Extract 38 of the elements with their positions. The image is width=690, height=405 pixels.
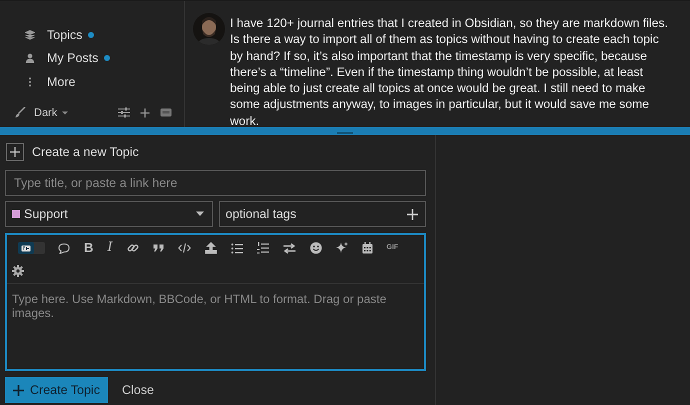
quote-icon[interactable] bbox=[152, 244, 164, 252]
brush-icon bbox=[15, 107, 26, 118]
close-button[interactable]: Close bbox=[118, 383, 158, 397]
title-field[interactable]: Type title, or paste a link here bbox=[5, 170, 426, 196]
link-icon[interactable] bbox=[126, 242, 139, 254]
swap-arrows-icon[interactable] bbox=[282, 242, 296, 254]
plus-icon[interactable] bbox=[140, 108, 150, 118]
resize-handle[interactable] bbox=[337, 132, 353, 134]
sliders-icon[interactable] bbox=[118, 107, 130, 118]
code-icon[interactable] bbox=[178, 243, 191, 253]
speech-bubble-icon[interactable] bbox=[58, 242, 70, 254]
category-dropdown[interactable]: Support bbox=[5, 201, 212, 227]
sparkle-icon[interactable] bbox=[336, 242, 348, 254]
editor-mode-icon bbox=[21, 244, 31, 252]
editor-mode-toggle[interactable] bbox=[18, 242, 45, 254]
create-topic-button[interactable]: Create Topic bbox=[5, 377, 108, 403]
settings-icon[interactable] bbox=[12, 265, 24, 277]
layers-icon bbox=[25, 30, 35, 40]
bold-button[interactable]: B bbox=[84, 242, 94, 254]
composer-title: Create a new Topic bbox=[32, 145, 139, 159]
caret-icon bbox=[61, 110, 70, 116]
sidebar-item[interactable]: Topics bbox=[25, 23, 184, 46]
theme-selector[interactable]: Dark bbox=[34, 106, 70, 118]
sidebar-item[interactable]: My Posts bbox=[25, 46, 184, 70]
user-icon bbox=[25, 53, 35, 64]
plus-icon bbox=[13, 384, 24, 396]
caret-icon bbox=[194, 211, 204, 217]
plus-icon[interactable] bbox=[6, 143, 24, 161]
italic-button[interactable]: I bbox=[107, 242, 113, 254]
tags-field[interactable]: optional tags bbox=[218, 201, 426, 227]
numbered-list-icon[interactable] bbox=[256, 242, 269, 254]
smiley-icon[interactable] bbox=[310, 242, 322, 254]
calendar-icon[interactable] bbox=[362, 242, 373, 254]
keyboard-icon[interactable] bbox=[160, 108, 172, 117]
bulleted-list-icon[interactable] bbox=[230, 242, 243, 254]
upload-icon[interactable] bbox=[204, 242, 217, 254]
sidebar-item[interactable]: More bbox=[25, 70, 184, 94]
post-text: I have 120+ journal entries that I created in Obsidian, so they are markdown files. Is there a way to import all of them as topics without having to create each topic by hand? If so, it’s also important that the timestamp is very specific, because there’s a “timeline”. Even if the timestamp thing wouldn’t be possible, at least being able to just create all topics at once would be great. I still need to make some adjustments anyway, to images in particular, but it would save me some work. bbox=[230, 15, 669, 130]
